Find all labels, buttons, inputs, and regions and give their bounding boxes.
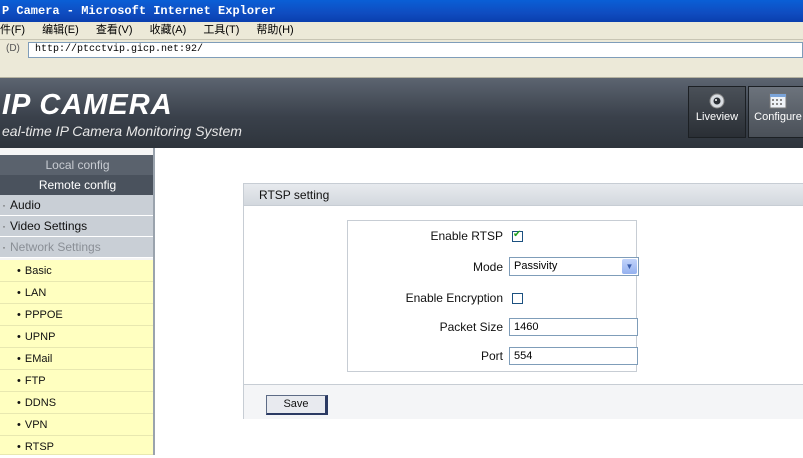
sidebar-item-label: Basic	[24, 265, 52, 277]
sidebar-item-lan[interactable]: • LAN	[0, 282, 155, 304]
menu-file[interactable]: 件(F)	[0, 24, 25, 36]
sidebar-section-video[interactable]: Video Settings	[0, 216, 155, 237]
bullet-icon: •	[17, 419, 21, 431]
camera-header: IP CAMERA eal-time IP Camera Monitoring …	[0, 78, 803, 148]
sidebar-item-basic[interactable]: • Basic	[0, 260, 155, 282]
camera-icon	[709, 93, 725, 109]
sidebar-item-label: EMail	[24, 353, 53, 365]
calendar-icon	[769, 93, 787, 109]
sidebar-item-label: FTP	[24, 375, 46, 387]
mode-value: Passivity	[514, 260, 558, 272]
sidebar-item-label: PPPOE	[24, 309, 63, 321]
sidebar-item-label: LAN	[24, 287, 47, 299]
sidebar-item-vpn[interactable]: • VPN	[0, 414, 155, 436]
menu-tools[interactable]: 工具(T)	[203, 24, 239, 36]
bullet-icon: •	[17, 353, 21, 365]
app-subtitle: eal-time IP Camera Monitoring System	[2, 123, 242, 139]
bullet-icon: •	[17, 309, 21, 321]
configure-button[interactable]: Configure	[748, 86, 803, 138]
sidebar-item-pppoe[interactable]: • PPPOE	[0, 304, 155, 326]
sidebar-local-config[interactable]: Local config	[0, 155, 155, 175]
menu-help[interactable]: 帮助(H)	[256, 24, 293, 36]
enable-rtsp-label: Enable RTSP	[430, 229, 504, 243]
sidebar-item-upnp[interactable]: • UPNP	[0, 326, 155, 348]
enable-encryption-checkbox[interactable]	[512, 293, 523, 304]
sidebar-item-label: VPN	[24, 419, 48, 431]
bullet-icon: •	[17, 265, 21, 277]
bullet-icon: •	[17, 287, 21, 299]
liveview-button[interactable]: Liveview	[688, 86, 746, 138]
bullet-icon: •	[17, 375, 21, 387]
sidebar-item-ddns[interactable]: • DDNS	[0, 392, 155, 414]
menu-bar: 件(F) 编辑(E) 查看(V) 收藏(A) 工具(T) 帮助(H)	[0, 22, 803, 40]
liveview-label: Liveview	[695, 111, 739, 123]
sidebar-section-network[interactable]: Network Settings	[0, 237, 155, 258]
rtsp-form: Enable RTSP Mode Passivity ▼ Enable Encr…	[347, 220, 639, 372]
packet-size-label: Packet Size	[439, 320, 503, 334]
port-input[interactable]: 554	[509, 347, 638, 365]
sidebar-item-email[interactable]: • EMail	[0, 348, 155, 370]
panel-footer: Save	[244, 384, 803, 419]
sidebar-divider	[153, 148, 155, 455]
address-label: (D)	[6, 43, 20, 54]
chevron-down-icon: ▼	[622, 259, 637, 274]
sidebar-item-label: UPNP	[24, 331, 56, 343]
bullet-icon: •	[17, 397, 21, 409]
sidebar: Local config Remote config Audio Video S…	[0, 148, 155, 455]
mode-label: Mode	[472, 260, 503, 274]
sidebar-remote-config[interactable]: Remote config	[0, 175, 155, 195]
rtsp-panel: RTSP setting Enable RTSP Mode Passivity …	[243, 183, 803, 419]
enable-encryption-label: Enable Encryption	[405, 291, 503, 305]
menu-favorites[interactable]: 收藏(A)	[150, 24, 187, 36]
window-title: P Camera - Microsoft Internet Explorer	[2, 4, 276, 18]
packet-size-input[interactable]: 1460	[509, 318, 638, 336]
window-title-bar: P Camera - Microsoft Internet Explorer	[0, 0, 803, 22]
sidebar-item-label: RTSP	[24, 441, 54, 453]
enable-rtsp-checkbox[interactable]	[512, 229, 523, 242]
panel-title: RTSP setting	[244, 184, 803, 206]
sidebar-item-ftp[interactable]: • FTP	[0, 370, 155, 392]
address-bar: (D) http://ptcctvip.gicp.net:92/	[0, 40, 803, 78]
address-input[interactable]: http://ptcctvip.gicp.net:92/	[28, 42, 803, 58]
menu-view[interactable]: 查看(V)	[96, 24, 133, 36]
menu-edit[interactable]: 编辑(E)	[42, 24, 79, 36]
save-button[interactable]: Save	[266, 395, 328, 415]
mode-select[interactable]: Passivity ▼	[509, 257, 639, 276]
bullet-icon: •	[17, 331, 21, 343]
sidebar-item-rtsp[interactable]: • RTSP	[0, 436, 155, 455]
configure-label: Configure	[754, 111, 802, 123]
bullet-icon: •	[17, 441, 21, 453]
sidebar-section-audio[interactable]: Audio	[0, 195, 155, 216]
port-label: Port	[480, 349, 503, 363]
app-title: IP CAMERA	[2, 89, 173, 121]
sidebar-item-label: DDNS	[24, 397, 57, 409]
